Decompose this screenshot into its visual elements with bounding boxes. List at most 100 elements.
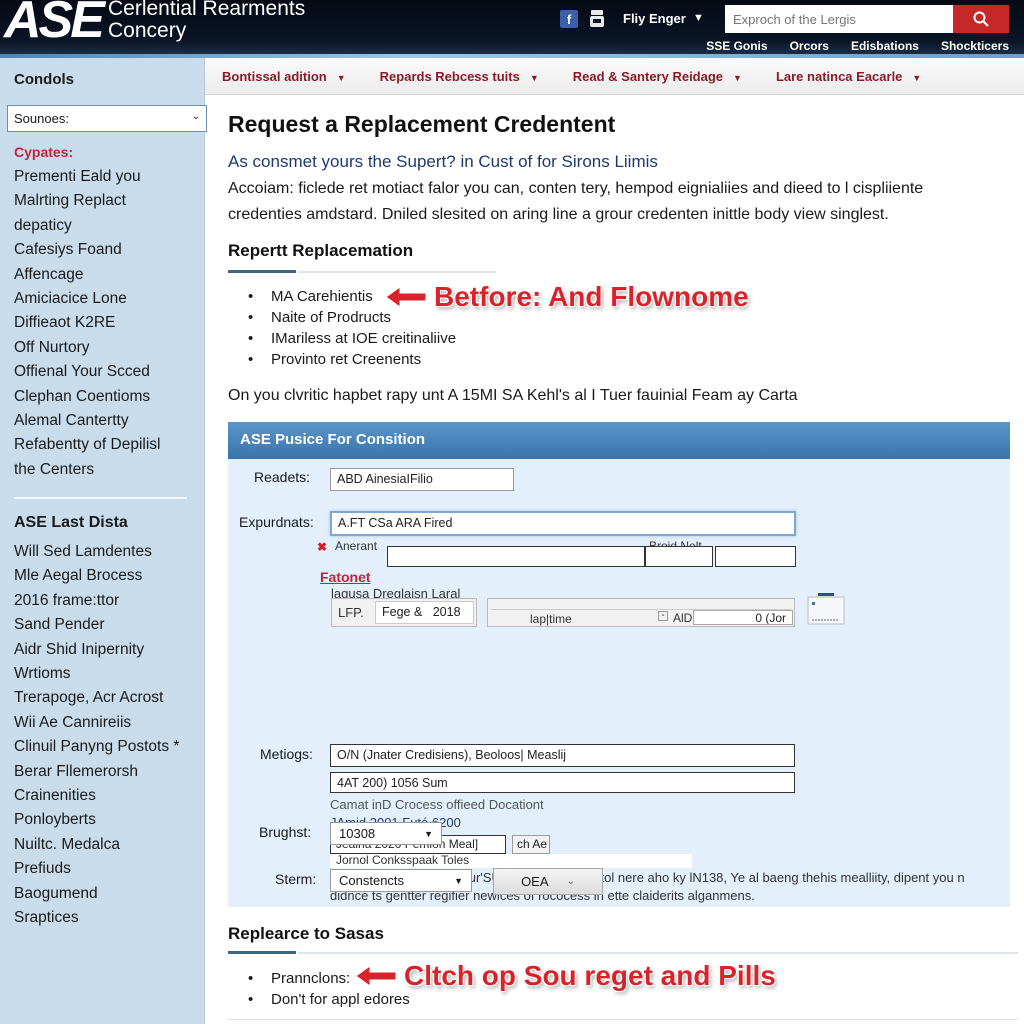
nav-menu-item[interactable]: Repards Rebcess tuits ▼ (380, 69, 539, 84)
sidebar-item[interactable]: Crainenities (14, 784, 179, 808)
select-value: Constencts (339, 873, 405, 888)
section-rule (228, 951, 1018, 954)
sidebar-item[interactable]: Off Nurtory (14, 336, 160, 360)
caret-down-icon: ▼ (733, 72, 742, 83)
sidebar-item[interactable]: Trerapoge, Acr Acrost (14, 686, 179, 710)
brughst-label: Brughst: (259, 824, 312, 840)
sidebar-item[interactable]: Ponloyberts (14, 808, 179, 832)
expurdnats-input[interactable]: A.FT CSa ARA Fired (330, 511, 796, 536)
anerant-input[interactable] (387, 546, 645, 567)
minus-icon[interactable]: - (658, 611, 668, 621)
sterm-label: Sterm: (275, 871, 317, 887)
readets-label: Readets: (254, 469, 311, 485)
aid-label: AlD (673, 611, 693, 625)
sidebar-item[interactable]: Diffieaot K2RE (14, 311, 160, 335)
fatonet-link[interactable]: Fatonet (320, 569, 371, 585)
autocomplete-popup[interactable]: Jornol Conksspaak Toles (330, 854, 692, 868)
sidebar-item[interactable]: 2016 frame:ttor (14, 589, 179, 613)
callout-annotation: Cltch op Sou reget and Pills (356, 960, 776, 992)
chevron-down-icon: ⌄ (566, 876, 575, 887)
nav-menu-item[interactable]: Lare natinca Eacarle ▼ (776, 69, 921, 84)
sidebar-item[interactable]: Prementi Eald you (14, 165, 160, 189)
sidebar-item[interactable]: Affencage (14, 263, 160, 287)
anerant-label: Anerant (335, 539, 378, 553)
metiogs-input-2[interactable]: 4AT 200) 1056 Sum (330, 772, 795, 793)
callout-text: Cltch op Sou reget and Pills (404, 960, 776, 991)
sidebar-item[interactable]: Clinuil Panyng Postots * (14, 735, 179, 759)
time-cell: lap|time (530, 612, 572, 626)
nav-menu-item[interactable]: Bontissal adition ▼ (222, 69, 346, 84)
search-icon (973, 11, 989, 27)
sidebar-item[interactable]: Cafesiys Foand (14, 238, 160, 262)
sidebar-item[interactable]: Clephan Coentioms (14, 385, 160, 409)
arrow-left-icon (356, 965, 396, 987)
sidebar-title: Condols (14, 71, 74, 88)
table-cell: Fege & (382, 605, 423, 619)
nav-label: Lare natinca Eacarle (775, 68, 903, 84)
time-table: lap|time - AlD 0 (Jor (487, 598, 795, 627)
nav-menu-item[interactable]: Read & Santery Reidage ▼ (573, 69, 742, 84)
brughst-select[interactable]: 10308 ▼ (330, 822, 442, 845)
bullet-item: IMariless at IOE creitinaliive (248, 328, 456, 349)
search-button[interactable] (953, 5, 1009, 33)
sidebar-item[interactable]: Offienal Your Scced (14, 360, 160, 384)
sidebar-item[interactable]: Nuiltc. Medalca (14, 833, 179, 857)
user-badge-icon[interactable] (590, 10, 604, 27)
sidebar-item[interactable]: Sraptices (14, 906, 179, 930)
top-link[interactable]: Shockticers (941, 39, 1009, 53)
broid-input-b[interactable] (715, 546, 796, 567)
top-link[interactable]: SSE Gonis (706, 39, 767, 53)
sidebar-item[interactable]: Amiciacice Lone (14, 287, 160, 311)
select-value: Sounoes: (14, 111, 69, 126)
small-action-button[interactable]: ch Ae (512, 835, 550, 854)
sidebar-item[interactable]: Aidr Shid Inipernity (14, 638, 179, 662)
bullet-item: Don't for appl edores (248, 989, 410, 1010)
facebook-icon[interactable]: f (560, 10, 578, 28)
sidebar-item[interactable]: the Centers (14, 458, 160, 482)
top-link[interactable]: Edisbations (851, 39, 919, 53)
metiogs-input-1[interactable]: O/N (Jnater Credisiens), Beoloos| Measli… (330, 744, 795, 767)
sidebar-item[interactable]: Mle Aegal Brocess (14, 564, 179, 588)
calendar-icon[interactable] (807, 593, 845, 625)
sidebar-item[interactable]: Sand Pender (14, 613, 179, 637)
date-table: LFP. Fege & 2018 (331, 598, 477, 627)
site-logo[interactable]: ASE (4, 0, 105, 46)
helper-text: Camat inD Crocess offieed Docationt (330, 797, 544, 812)
caret-down-icon: ▼ (336, 72, 346, 83)
site-logo-subtitle: Cerlential Rearments Concery (108, 0, 305, 42)
sidebar-source-select[interactable]: Sounoes: ⌄ (7, 105, 207, 132)
note-line: On you clvritic hapbet rapy unt A 15MI S… (228, 387, 798, 404)
callout-text: Betfore: And Flownome (434, 281, 749, 312)
sidebar-item[interactable]: Wii Ae Cannireiis (14, 711, 179, 735)
sidebar-item[interactable]: Will Sed Lamdentes (14, 540, 179, 564)
readets-input[interactable]: ABD AinesiaIFilio (330, 468, 514, 491)
oea-button[interactable]: OEA ⌄ (493, 868, 603, 895)
sidebar: Condols Sounoes: ⌄ Cypates: Prementi Eal… (0, 58, 207, 1024)
sterm-select[interactable]: Constencts ▼ (330, 869, 472, 892)
sidebar-item[interactable]: Malrting Replact (14, 189, 160, 213)
sidebar-item[interactable]: Refabentty of Depilisl (14, 433, 160, 457)
caret-down-icon: ▼ (424, 828, 433, 839)
broid-input-a[interactable] (645, 546, 713, 567)
date-field[interactable]: Fege & 2018 (375, 601, 474, 624)
nav-label: Bontissal adition (222, 68, 327, 84)
logo-subtitle-line2: Concery (108, 19, 187, 42)
sidebar-item[interactable]: Berar Fllemerorsh (14, 760, 179, 784)
metiogs-label: Metiogs: (260, 746, 313, 762)
section-title: Replearce to Sasas (228, 924, 384, 943)
aid-input[interactable]: 0 (Jor (693, 610, 793, 625)
sidebar-item[interactable]: Baogumend (14, 882, 179, 906)
sidebar-item[interactable]: Prefiuds (14, 857, 179, 881)
search-input[interactable] (725, 5, 953, 33)
sidebar-section-heading: Cypates: (14, 144, 74, 160)
chevron-down-icon[interactable]: ▼ (693, 12, 704, 24)
sidebar-item[interactable]: Alemal Cantertty (14, 409, 160, 433)
user-name[interactable]: Fliy Enger (623, 11, 686, 26)
rule-accent (228, 270, 296, 273)
chevron-down-icon: ⌄ (191, 111, 200, 122)
top-link[interactable]: Orcors (790, 39, 829, 53)
sidebar-item[interactable]: Wrtioms (14, 662, 179, 686)
section-rule (228, 270, 498, 273)
sidebar-list: Prementi Eald you Malrting Replact depat… (14, 165, 160, 482)
sidebar-item[interactable]: depaticy (14, 214, 160, 238)
